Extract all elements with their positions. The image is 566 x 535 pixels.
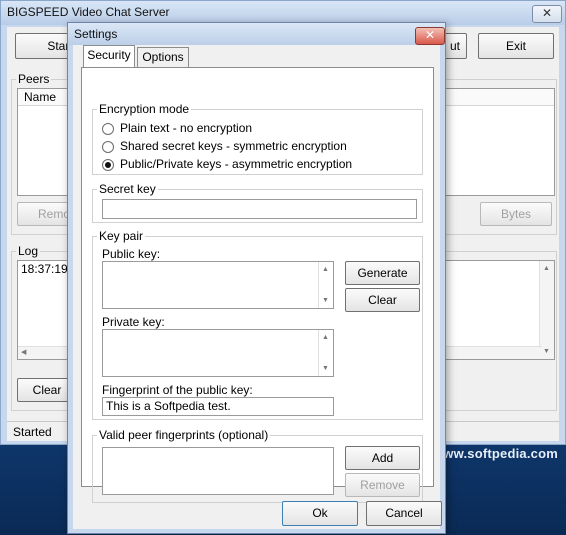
radio-shared-secret[interactable] <box>102 141 114 153</box>
settings-body: Security Options Encryption mode Plain t… <box>73 45 442 529</box>
tab-security[interactable]: Security <box>83 45 135 69</box>
tab-options[interactable]: Options <box>137 47 189 67</box>
close-icon: ✕ <box>541 6 553 20</box>
remove-fingerprint-button[interactable]: Remove <box>345 473 420 497</box>
status-text: Started <box>13 425 52 439</box>
clear-keys-button[interactable]: Clear <box>345 288 420 312</box>
main-window-title: BIGSPEED Video Chat Server <box>7 5 170 19</box>
settings-dialog: Settings ✕ Security Options Encryption m… <box>67 22 446 534</box>
security-tab-panel: Encryption mode Plain text - no encrypti… <box>81 67 434 503</box>
main-close-button[interactable]: ✕ <box>532 5 562 23</box>
encryption-mode-group: Encryption mode Plain text - no encrypti… <box>92 102 423 175</box>
radio-plain-text[interactable] <box>102 123 114 135</box>
watermark-text: www.softpedia.com <box>433 446 558 461</box>
radio-public-private[interactable] <box>102 159 114 171</box>
secret-key-group: Secret key <box>92 182 423 223</box>
scroll-up-icon[interactable]: ▲ <box>322 334 329 341</box>
log-group-label: Log <box>16 244 41 258</box>
secret-key-input[interactable] <box>102 199 417 219</box>
close-icon: ✕ <box>424 28 436 42</box>
scroll-up-icon[interactable]: ▲ <box>543 265 550 272</box>
scroll-down-icon[interactable]: ▼ <box>322 365 329 372</box>
valid-peers-label: Valid peer fingerprints (optional) <box>97 428 271 442</box>
scroll-up-icon[interactable]: ▲ <box>322 266 329 273</box>
public-key-scrollbar[interactable]: ▲ ▼ <box>318 262 333 308</box>
scroll-down-icon[interactable]: ▼ <box>543 348 550 355</box>
cancel-button[interactable]: Cancel <box>366 501 442 526</box>
fingerprint-label: Fingerprint of the public key: <box>102 383 253 397</box>
shared-secret-label: Shared secret keys - symmetric encryptio… <box>120 139 347 153</box>
secret-key-label: Secret key <box>97 182 158 196</box>
valid-peers-group: Valid peer fingerprints (optional) Add R… <box>92 428 423 503</box>
peers-group-label: Peers <box>16 72 52 86</box>
public-key-label: Public key: <box>102 247 161 261</box>
private-key-scrollbar[interactable]: ▲ ▼ <box>318 330 333 376</box>
tab-options-label: Options <box>142 50 184 64</box>
encryption-mode-label: Encryption mode <box>97 102 192 116</box>
bytes-button[interactable]: Bytes <box>480 202 552 226</box>
ok-button[interactable]: Ok <box>282 501 358 526</box>
add-fingerprint-button[interactable]: Add <box>345 446 420 470</box>
tab-security-label: Security <box>87 48 131 62</box>
key-pair-label: Key pair <box>97 229 146 243</box>
fingerprint-value: This is a Softpedia test. <box>106 399 231 413</box>
generate-button[interactable]: Generate <box>345 261 420 285</box>
settings-close-button[interactable]: ✕ <box>415 27 445 45</box>
scroll-down-icon[interactable]: ▼ <box>322 297 329 304</box>
exit-button[interactable]: Exit <box>478 33 554 59</box>
private-key-label: Private key: <box>102 315 165 329</box>
scroll-left-icon[interactable]: ◀ <box>21 348 26 356</box>
plain-text-label: Plain text - no encryption <box>120 121 253 135</box>
public-private-label: Public/Private keys - asymmetric encrypt… <box>120 157 353 171</box>
key-pair-group: Key pair Public key: ▲ ▼ Generate Clear … <box>92 229 423 420</box>
settings-title: Settings <box>74 27 118 41</box>
valid-peers-list[interactable] <box>102 447 334 495</box>
name-column-header[interactable]: Name <box>24 90 56 104</box>
private-key-textarea[interactable]: ▲ ▼ <box>102 329 334 377</box>
fingerprint-input[interactable]: This is a Softpedia test. <box>102 397 334 416</box>
settings-titlebar: Settings ✕ <box>68 23 445 45</box>
public-key-textarea[interactable]: ▲ ▼ <box>102 261 334 309</box>
log-scrollbar[interactable]: ▲ ▼ <box>539 261 554 359</box>
